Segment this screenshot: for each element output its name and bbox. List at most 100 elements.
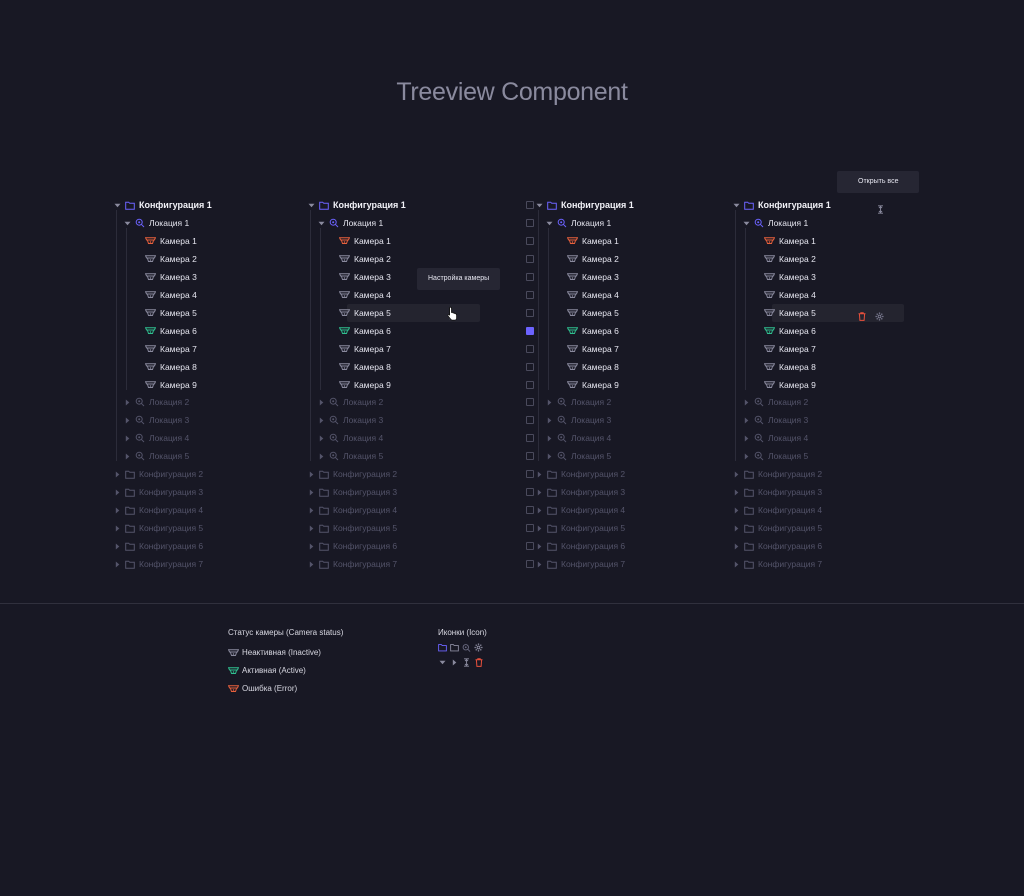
caret-right-icon[interactable] <box>307 560 315 568</box>
tree-item-location-1[interactable]: Локация 1 <box>123 214 189 232</box>
camera-settings-gear-icon[interactable] <box>875 308 884 326</box>
tree-checkbox[interactable] <box>526 201 534 209</box>
caret-right-icon[interactable] <box>742 416 750 424</box>
caret-right-icon[interactable] <box>113 524 121 532</box>
tree-item-config-7[interactable]: Конфигурация 7 <box>732 555 822 573</box>
tree-item-camera-8[interactable]: Камера 8 <box>328 358 391 376</box>
caret-right-icon[interactable] <box>113 488 121 496</box>
tree-checkbox[interactable] <box>526 416 534 424</box>
tree-checkbox[interactable] <box>526 434 534 442</box>
tree-item-camera-6[interactable]: Камера 6 <box>134 322 197 340</box>
tree-checkbox[interactable] <box>526 273 534 281</box>
tree-item-location-4[interactable]: Локация 4 <box>317 429 383 447</box>
caret-right-icon[interactable] <box>742 452 750 460</box>
tree-item-config-3[interactable]: Конфигурация 3 <box>732 483 822 501</box>
tree-item-location-5[interactable]: Локация 5 <box>123 447 189 465</box>
tree-checkbox[interactable] <box>526 488 534 496</box>
tree-item-camera-1[interactable]: Камера 1 <box>134 232 197 250</box>
tree-item-camera-6[interactable]: Камера 6 <box>328 322 391 340</box>
tree-item-camera-9[interactable]: Камера 9 <box>328 376 391 394</box>
caret-right-icon[interactable] <box>545 398 553 406</box>
tree-item-camera-7[interactable]: Камера 7 <box>556 340 619 358</box>
tree-item-location-4[interactable]: Локация 4 <box>742 429 808 447</box>
tree-item-camera-8[interactable]: Камера 8 <box>134 358 197 376</box>
caret-down-icon[interactable] <box>123 219 131 227</box>
tree-item-config-7[interactable]: Конфигурация 7 <box>535 555 625 573</box>
tree-item-camera-9[interactable]: Камера 9 <box>556 376 619 394</box>
tree-item-location-3[interactable]: Локация 3 <box>742 411 808 429</box>
caret-right-icon[interactable] <box>732 560 740 568</box>
tree-item-camera-3[interactable]: Камера 3 <box>753 268 816 286</box>
caret-right-icon[interactable] <box>535 560 543 568</box>
tree-item-camera-4[interactable]: Камера 4 <box>134 286 197 304</box>
caret-right-icon[interactable] <box>123 416 131 424</box>
tree-checkbox[interactable] <box>526 542 534 550</box>
tree-item-config-5[interactable]: Конфигурация 5 <box>307 519 397 537</box>
tree-item-config-6[interactable]: Конфигурация 6 <box>307 537 397 555</box>
caret-right-icon[interactable] <box>113 470 121 478</box>
tree-item-location-2[interactable]: Локация 2 <box>742 393 808 411</box>
tree-item-location-3[interactable]: Локация 3 <box>545 411 611 429</box>
tree-item-camera-9[interactable]: Камера 9 <box>134 376 197 394</box>
tree-checkbox[interactable] <box>526 524 534 532</box>
tree-item-camera-4[interactable]: Камера 4 <box>556 286 619 304</box>
caret-right-icon[interactable] <box>113 506 121 514</box>
caret-right-icon[interactable] <box>307 488 315 496</box>
tree-item-config-4[interactable]: Конфигурация 4 <box>732 501 822 519</box>
caret-down-icon[interactable] <box>307 201 315 209</box>
tree-item-location-1[interactable]: Локация 1 <box>742 214 808 232</box>
expand-all-icon[interactable] <box>877 201 884 219</box>
tree-checkbox[interactable] <box>526 291 534 299</box>
tree-checkbox[interactable] <box>526 470 534 478</box>
tree-item-config-2[interactable]: Конфигурация 2 <box>732 465 822 483</box>
caret-right-icon[interactable] <box>317 398 325 406</box>
tree-item-config-4[interactable]: Конфигурация 4 <box>113 501 203 519</box>
tree-item-location-1[interactable]: Локация 1 <box>545 214 611 232</box>
tree-item-config-3[interactable]: Конфигурация 3 <box>535 483 625 501</box>
tree-item-config-1[interactable]: Конфигурация 1 <box>307 196 406 214</box>
tree-item-location-4[interactable]: Локация 4 <box>545 429 611 447</box>
tree-item-location-5[interactable]: Локация 5 <box>742 447 808 465</box>
tree-item-config-3[interactable]: Конфигурация 3 <box>113 483 203 501</box>
tree-item-camera-7[interactable]: Камера 7 <box>328 340 391 358</box>
delete-camera-trash-icon[interactable] <box>858 308 866 326</box>
caret-right-icon[interactable] <box>535 488 543 496</box>
tree-item-location-4[interactable]: Локация 4 <box>123 429 189 447</box>
tree-item-camera-5[interactable]: Камера 5 <box>134 304 197 322</box>
tree-item-config-6[interactable]: Конфигурация 6 <box>535 537 625 555</box>
tree-item-camera-8[interactable]: Камера 8 <box>556 358 619 376</box>
tree-item-camera-6[interactable]: Камера 6 <box>753 322 816 340</box>
tree-item-location-2[interactable]: Локация 2 <box>123 393 189 411</box>
caret-right-icon[interactable] <box>545 452 553 460</box>
caret-down-icon[interactable] <box>113 201 121 209</box>
tree-item-config-2[interactable]: Конфигурация 2 <box>113 465 203 483</box>
caret-right-icon[interactable] <box>307 542 315 550</box>
tree-item-camera-3[interactable]: Камера 3 <box>134 268 197 286</box>
caret-right-icon[interactable] <box>545 416 553 424</box>
tree-item-location-1[interactable]: Локация 1 <box>317 214 383 232</box>
caret-right-icon[interactable] <box>535 524 543 532</box>
tree-checkbox[interactable] <box>526 381 534 389</box>
tree-item-config-6[interactable]: Конфигурация 6 <box>732 537 822 555</box>
tree-checkbox[interactable] <box>526 560 534 568</box>
tree-checkbox[interactable] <box>526 452 534 460</box>
tree-checkbox[interactable] <box>526 345 534 353</box>
caret-right-icon[interactable] <box>113 542 121 550</box>
caret-right-icon[interactable] <box>535 542 543 550</box>
tree-checkbox[interactable] <box>526 398 534 406</box>
caret-right-icon[interactable] <box>732 470 740 478</box>
caret-right-icon[interactable] <box>317 434 325 442</box>
caret-right-icon[interactable] <box>123 434 131 442</box>
tree-item-config-7[interactable]: Конфигурация 7 <box>307 555 397 573</box>
tree-item-config-2[interactable]: Конфигурация 2 <box>307 465 397 483</box>
tree-item-camera-6[interactable]: Камера 6 <box>556 322 619 340</box>
tree-checkbox[interactable] <box>526 309 534 317</box>
tree-checkbox[interactable] <box>526 237 534 245</box>
tree-item-config-5[interactable]: Конфигурация 5 <box>113 519 203 537</box>
tree-checkbox[interactable] <box>526 255 534 263</box>
tree-item-location-2[interactable]: Локация 2 <box>317 393 383 411</box>
tree-item-config-7[interactable]: Конфигурация 7 <box>113 555 203 573</box>
tree-item-camera-8[interactable]: Камера 8 <box>753 358 816 376</box>
tree-checkbox[interactable] <box>526 219 534 227</box>
tree-item-camera-1[interactable]: Камера 1 <box>328 232 391 250</box>
